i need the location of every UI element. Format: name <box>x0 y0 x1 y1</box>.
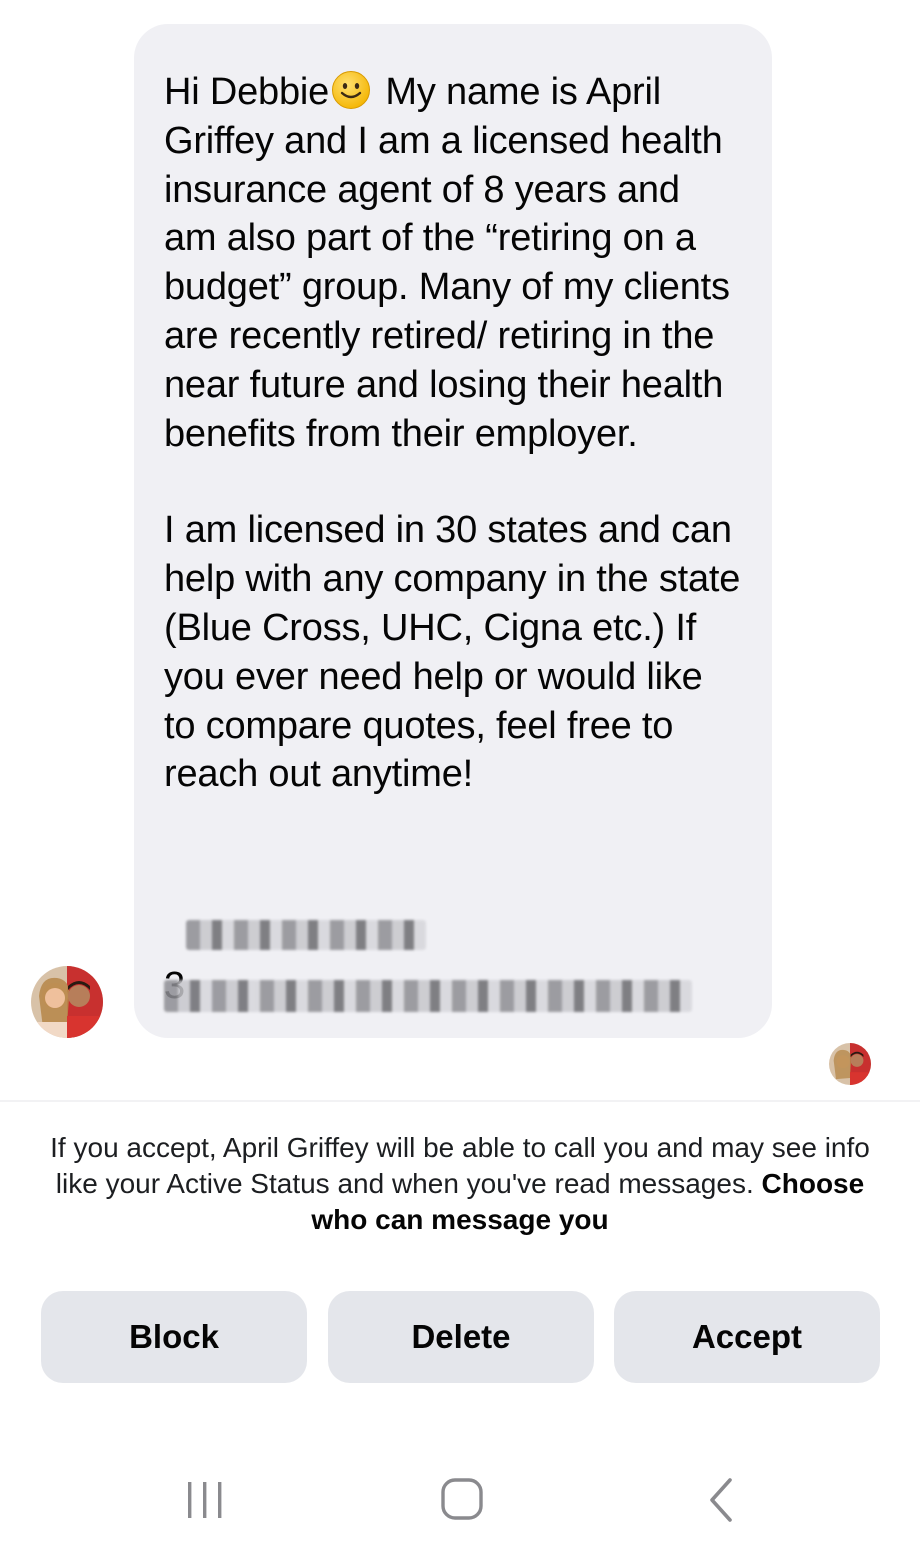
section-divider <box>0 1100 920 1102</box>
message-paragraph-1: Hi Debbie My name is April Griffey and I… <box>164 68 742 458</box>
redacted-email <box>164 980 692 1012</box>
message-request-notice: If you accept, April Griffey will be abl… <box>30 1130 890 1238</box>
system-navigation-bar <box>0 1440 920 1557</box>
block-button[interactable]: Block <box>41 1291 307 1383</box>
accept-button[interactable]: Accept <box>614 1291 880 1383</box>
message-paragraph-2: I am licensed in 30 states and can help … <box>164 509 751 796</box>
back-icon[interactable] <box>692 1476 752 1526</box>
delete-button[interactable]: Delete <box>328 1291 594 1383</box>
greeting-text: Hi Debbie <box>164 71 330 113</box>
read-receipt-avatar <box>829 1043 871 1085</box>
smiling-face-emoji-icon <box>331 70 371 110</box>
message-body-1: My name is April Griffey and I am a lice… <box>164 71 741 455</box>
redacted-phone <box>186 920 426 950</box>
sender-avatar[interactable] <box>31 966 103 1038</box>
home-icon[interactable] <box>432 1476 492 1526</box>
message-bubble[interactable]: Hi Debbie My name is April Griffey and I… <box>134 24 772 1038</box>
notice-text: If you accept, April Griffey will be abl… <box>50 1132 870 1199</box>
recent-apps-icon[interactable] <box>175 1476 235 1526</box>
message-thread: Hi Debbie My name is April Griffey and I… <box>0 0 920 1100</box>
